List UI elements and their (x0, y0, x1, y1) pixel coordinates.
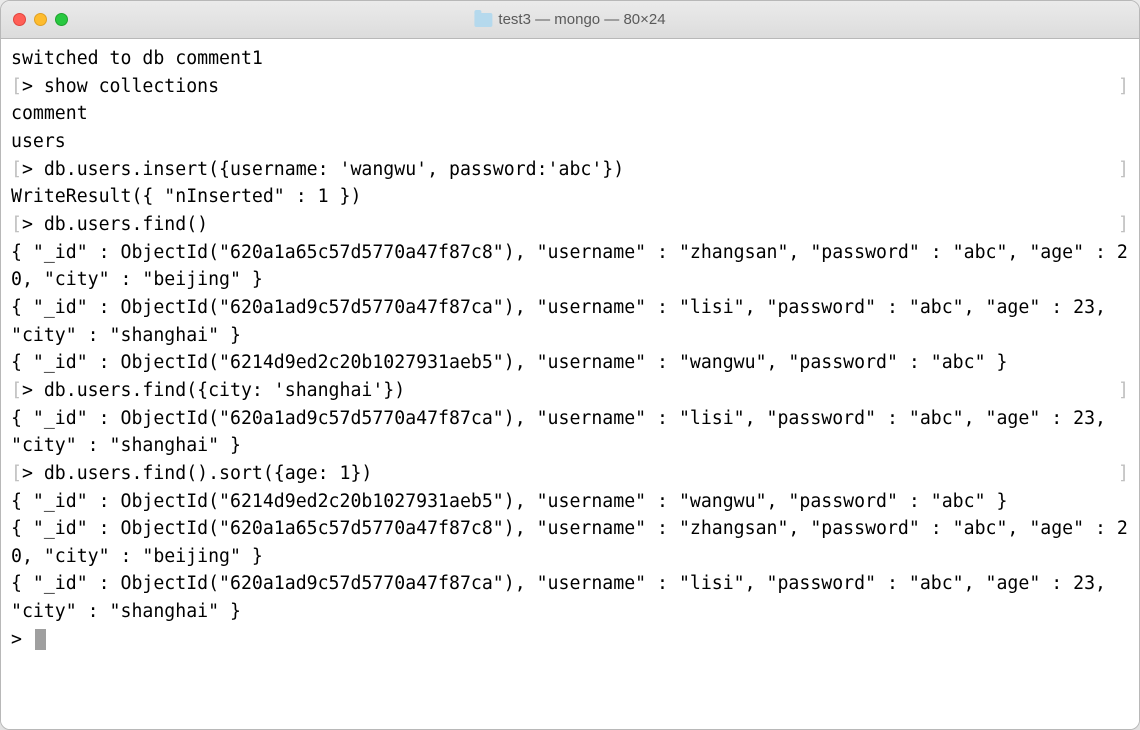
bracket-right-icon: ] (1118, 460, 1129, 488)
terminal-current-prompt[interactable]: > (11, 626, 1129, 654)
window-title-container: test3 — mongo — 80×24 (474, 11, 665, 28)
terminal-output-line: { "_id" : ObjectId("6214d9ed2c20b1027931… (11, 488, 1129, 516)
bracket-right-icon: ] (1118, 377, 1129, 405)
terminal-output-line: { "_id" : ObjectId("620a1a65c57d5770a47f… (11, 239, 1129, 294)
bracket-right-icon: ] (1118, 73, 1129, 101)
minimize-button[interactable] (34, 13, 47, 26)
terminal-window: test3 — mongo — 80×24 switched to db com… (0, 0, 1140, 730)
prompt-symbol: > (11, 629, 33, 650)
bracket-left-icon: [ (11, 211, 22, 239)
terminal-output-line: { "_id" : ObjectId("620a1ad9c57d5770a47f… (11, 294, 1129, 349)
terminal-body[interactable]: switched to db comment1[> show collectio… (1, 39, 1139, 729)
terminal-output-line: switched to db comment1 (11, 45, 1129, 73)
window-title: test3 — mongo — 80×24 (498, 11, 665, 28)
terminal-command-text: > db.users.find({city: 'shanghai'}) (22, 377, 1118, 405)
bracket-left-icon: [ (11, 460, 22, 488)
terminal-command-text: > db.users.find() (22, 211, 1118, 239)
terminal-output-line: comment (11, 100, 1129, 128)
bracket-left-icon: [ (11, 377, 22, 405)
terminal-prompt-line: [> db.users.find().sort({age: 1})] (11, 460, 1129, 488)
terminal-command-text: > db.users.find().sort({age: 1}) (22, 460, 1118, 488)
traffic-lights (13, 13, 68, 26)
terminal-command-text: > db.users.insert({username: 'wangwu', p… (22, 156, 1118, 184)
bracket-left-icon: [ (11, 156, 22, 184)
bracket-left-icon: [ (11, 73, 22, 101)
folder-icon (474, 13, 492, 27)
terminal-command-text: > show collections (22, 73, 1118, 101)
titlebar[interactable]: test3 — mongo — 80×24 (1, 1, 1139, 39)
terminal-prompt-line: [> show collections] (11, 73, 1129, 101)
terminal-output-line: { "_id" : ObjectId("620a1a65c57d5770a47f… (11, 515, 1129, 570)
terminal-output-line: { "_id" : ObjectId("6214d9ed2c20b1027931… (11, 349, 1129, 377)
terminal-output-line: WriteResult({ "nInserted" : 1 }) (11, 183, 1129, 211)
bracket-right-icon: ] (1118, 211, 1129, 239)
cursor-icon (35, 629, 46, 650)
terminal-prompt-line: [> db.users.insert({username: 'wangwu', … (11, 156, 1129, 184)
close-button[interactable] (13, 13, 26, 26)
terminal-output-line: { "_id" : ObjectId("620a1ad9c57d5770a47f… (11, 405, 1129, 460)
terminal-output-line: { "_id" : ObjectId("620a1ad9c57d5770a47f… (11, 570, 1129, 625)
terminal-prompt-line: [> db.users.find()] (11, 211, 1129, 239)
bracket-right-icon: ] (1118, 156, 1129, 184)
terminal-prompt-line: [> db.users.find({city: 'shanghai'})] (11, 377, 1129, 405)
terminal-output-line: users (11, 128, 1129, 156)
maximize-button[interactable] (55, 13, 68, 26)
